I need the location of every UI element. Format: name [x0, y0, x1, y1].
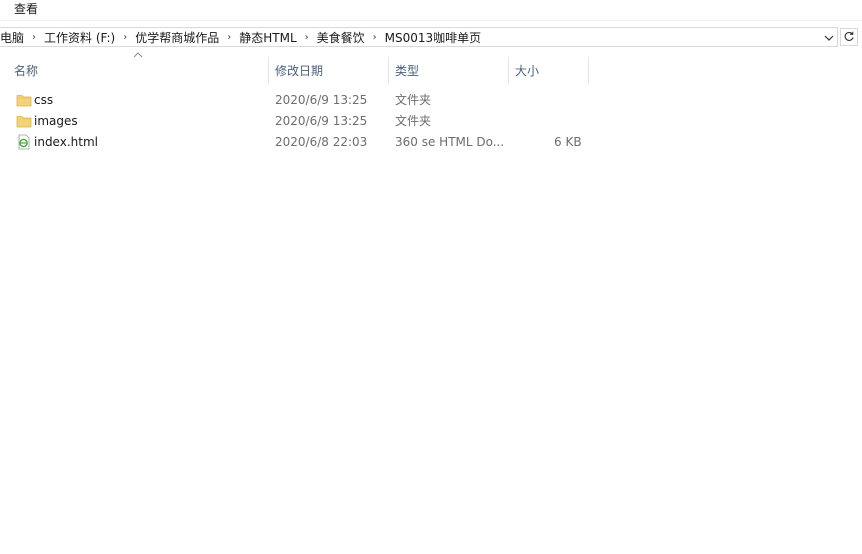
- file-modified: 2020/6/9 13:25: [275, 93, 368, 107]
- chevron-down-icon: [824, 35, 834, 41]
- file-size: 6 KB: [554, 135, 582, 149]
- column-header-row: 名称 修改日期 类型 大小: [0, 52, 862, 85]
- breadcrumb-item-computer[interactable]: 电脑: [0, 29, 25, 47]
- menu-view[interactable]: 查看: [12, 1, 40, 17]
- folder-icon: [16, 95, 32, 107]
- file-type: 文件夹: [395, 93, 432, 107]
- breadcrumb-item-drive[interactable]: 工作资料 (F:): [43, 29, 116, 47]
- breadcrumb-separator-icon[interactable]: ›: [25, 29, 43, 47]
- file-row-index-html[interactable]: index.html 2020/6/8 22:03 360 se HTML Do…: [0, 132, 600, 153]
- file-name: css: [34, 93, 54, 107]
- file-name: images: [34, 114, 78, 128]
- breadcrumb-separator-icon[interactable]: ›: [298, 29, 316, 47]
- refresh-button[interactable]: [840, 28, 858, 46]
- file-modified: 2020/6/8 22:03: [275, 135, 368, 149]
- menu-bar: 查看: [0, 0, 862, 21]
- address-bar[interactable]: 电脑 › 工作资料 (F:) › 优学帮商城作品 › 静态HTML › 美食餐饮…: [0, 27, 838, 47]
- file-name: index.html: [34, 135, 98, 149]
- column-header-modified[interactable]: 修改日期: [269, 57, 388, 85]
- breadcrumb: 电脑 › 工作资料 (F:) › 优学帮商城作品 › 静态HTML › 美食餐饮…: [0, 28, 482, 48]
- column-divider[interactable]: [588, 57, 589, 85]
- column-header-size[interactable]: 大小: [509, 57, 588, 85]
- breadcrumb-separator-icon[interactable]: ›: [220, 29, 238, 47]
- file-row-images[interactable]: images 2020/6/9 13:25 文件夹: [0, 111, 600, 132]
- file-modified: 2020/6/9 13:25: [275, 114, 368, 128]
- address-history-button[interactable]: [821, 30, 837, 46]
- file-row-css[interactable]: css 2020/6/9 13:25 文件夹: [0, 90, 600, 111]
- html-file-icon: [18, 134, 30, 150]
- breadcrumb-item-current-folder[interactable]: MS0013咖啡单页: [384, 29, 483, 47]
- address-bar-row: 电脑 › 工作资料 (F:) › 优学帮商城作品 › 静态HTML › 美食餐饮…: [0, 27, 862, 49]
- folder-icon: [16, 116, 32, 128]
- file-type: 360 se HTML Do...: [395, 135, 505, 149]
- breadcrumb-item-static-html[interactable]: 静态HTML: [238, 29, 297, 47]
- breadcrumb-separator-icon[interactable]: ›: [116, 29, 134, 47]
- file-type: 文件夹: [395, 114, 432, 128]
- column-header-type[interactable]: 类型: [389, 57, 508, 85]
- breadcrumb-item-food[interactable]: 美食餐饮: [316, 29, 366, 47]
- column-header-name[interactable]: 名称: [8, 57, 268, 85]
- breadcrumb-item-works[interactable]: 优学帮商城作品: [134, 29, 220, 47]
- refresh-icon: [844, 31, 854, 41]
- breadcrumb-separator-icon[interactable]: ›: [366, 29, 384, 47]
